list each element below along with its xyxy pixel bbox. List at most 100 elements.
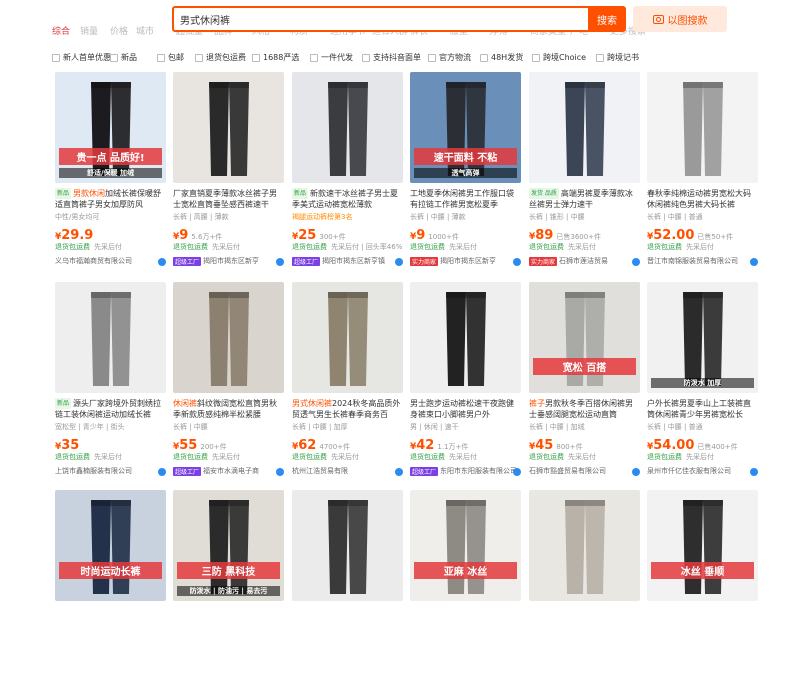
checkbox-icon[interactable] — [110, 53, 118, 62]
shop-name[interactable]: 义乌市福瀚商贸有限公司 — [55, 256, 166, 266]
filter-checkbox[interactable]: 新人首单优惠 — [52, 52, 111, 63]
wangwang-chat-icon[interactable] — [158, 468, 166, 476]
product-image[interactable] — [292, 490, 403, 601]
filter-checkbox[interactable]: 新品 — [110, 52, 137, 63]
search-input[interactable] — [174, 8, 588, 30]
filter-checkbox[interactable]: 48H发货 — [480, 52, 523, 63]
search-box[interactable] — [172, 6, 590, 32]
sort-nav-item[interactable]: 城市 — [136, 24, 154, 37]
checkbox-icon[interactable] — [362, 53, 370, 62]
wangwang-chat-icon[interactable] — [276, 468, 284, 476]
product-card[interactable] — [529, 490, 640, 690]
filter-checkbox[interactable]: 官方物流 — [428, 52, 471, 63]
product-image[interactable] — [292, 282, 403, 393]
product-title[interactable]: 发货 品质 高端男裤夏季薄款冰丝裤男士弹力速干 — [529, 188, 640, 210]
filter-checkbox[interactable]: 退货包运费 — [195, 52, 246, 63]
checkbox-icon[interactable] — [252, 53, 260, 62]
product-card[interactable]: 速干面料 不粘 透气高弹 工地夏季休闲裤男工作服口袋有拉链工作裤男宽松夏季 长裤 | … — [410, 72, 521, 272]
image-search-button[interactable]: 以图搜款 — [633, 6, 727, 32]
shop-name[interactable]: 杭州江浩贸易有限 — [292, 466, 403, 476]
product-image[interactable]: 宽松 百搭 — [529, 282, 640, 393]
shop-name[interactable]: 上饶市鑫楠服装有限公司 — [55, 466, 166, 476]
product-card[interactable]: 三防 黑科技 防泼水 | 防油污 | 易去污 — [173, 490, 284, 690]
product-image[interactable] — [410, 282, 521, 393]
product-image[interactable]: 亚麻 冰丝 — [410, 490, 521, 601]
sort-nav-item[interactable]: 价格 — [110, 24, 128, 37]
wangwang-chat-icon[interactable] — [395, 258, 403, 266]
wangwang-chat-icon[interactable] — [750, 468, 758, 476]
product-title[interactable]: 新品 源头厂家跨境外贸刺绣拉链工装休闲裤运动加绒长裤 — [55, 398, 166, 420]
sort-nav-item[interactable]: 销量 — [80, 24, 98, 37]
checkbox-icon[interactable] — [480, 53, 488, 62]
filter-checkbox[interactable]: 跨境记书 — [596, 52, 639, 63]
product-card[interactable]: 防泼水 加厚 户外长裤男夏季山上工装裤直筒休闲裤青少年男裤宽松长 长裤 | 中腰 |… — [647, 282, 758, 482]
shop-name[interactable]: 超级工厂 揭阳市揭东区新亨 — [173, 256, 284, 266]
product-card[interactable]: 春秋季纯棉运动裤男宽松大码休闲裤纯色男裤大码长裤 长裤 | 中腰 | 普通 ¥52.… — [647, 72, 758, 272]
product-image[interactable] — [55, 282, 166, 393]
product-image[interactable]: 防泼水 加厚 — [647, 282, 758, 393]
wangwang-chat-icon[interactable] — [632, 258, 640, 266]
product-image[interactable] — [173, 282, 284, 393]
filter-checkbox[interactable]: 跨境Choice — [532, 52, 586, 63]
product-title[interactable]: 男士跑步运动裤松速干夜跑健身裤束口小脚裤男户外 — [410, 398, 521, 420]
wangwang-chat-icon[interactable] — [513, 258, 521, 266]
product-card[interactable]: 贵一点 品质好! 舒适/保暖 加绒新品 男款休闲加绒长裤保暖舒适直筒裤子男女加厚防风… — [55, 72, 166, 272]
product-title[interactable]: 春秋季纯棉运动裤男宽松大码休闲裤纯色男裤大码长裤 — [647, 188, 758, 210]
wangwang-chat-icon[interactable] — [632, 468, 640, 476]
filter-checkbox[interactable]: 包邮 — [157, 52, 184, 63]
product-card[interactable]: 男式休闲裤2024秋冬高品质外贸透气男生长裤春季商务百 长裤 | 中腰 | 加厚 ¥… — [292, 282, 403, 482]
shop-name[interactable]: 实力商家 石狮市莲洁贸易 — [529, 256, 640, 266]
product-title[interactable]: 男式休闲裤2024秋冬高品质外贸透气男生长裤春季商务百 — [292, 398, 403, 420]
product-title[interactable]: 裤子男款秋冬季百搭休闲裤男士垂感阔腿宽松运动直筒 — [529, 398, 640, 420]
shop-name[interactable]: 泉州市仟亿佳衣服有限公司 — [647, 466, 758, 476]
product-image[interactable] — [647, 72, 758, 183]
wangwang-chat-icon[interactable] — [158, 258, 166, 266]
product-title[interactable]: 新品 新款速干冰丝裤子男士夏季美式运动裤宽松薄款 — [292, 188, 403, 210]
checkbox-icon[interactable] — [195, 53, 203, 62]
product-card[interactable]: 新品 新款速干冰丝裤子男士夏季美式运动裤宽松薄款 褐腿运动裤榜第3名 ¥25 300+件… — [292, 72, 403, 272]
filter-checkbox[interactable]: 1688严选 — [252, 52, 299, 63]
product-card[interactable]: 时尚运动长裤 — [55, 490, 166, 690]
product-image[interactable] — [529, 490, 640, 601]
search-button[interactable]: 搜索 — [588, 6, 626, 32]
wangwang-chat-icon[interactable] — [750, 258, 758, 266]
product-card[interactable]: 休闲裤斜纹微阔宽松直筒男秋季新款质感纯棉半松紧腰 长裤 | 中腰 ¥55 200+件退… — [173, 282, 284, 482]
wangwang-chat-icon[interactable] — [276, 258, 284, 266]
product-image[interactable]: 三防 黑科技 防泼水 | 防油污 | 易去污 — [173, 490, 284, 601]
product-card[interactable]: 冰丝 垂顺 — [647, 490, 758, 690]
product-image[interactable]: 贵一点 品质好! 舒适/保暖 加绒 — [55, 72, 166, 183]
checkbox-icon[interactable] — [428, 53, 436, 62]
sort-nav-item[interactable]: 综合 — [52, 24, 70, 37]
product-card[interactable] — [292, 490, 403, 690]
product-title[interactable]: 户外长裤男夏季山上工装裤直筒休闲裤青少年男裤宽松长 — [647, 398, 758, 420]
product-card[interactable]: 新品 源头厂家跨境外贸刺绣拉链工装休闲裤运动加绒长裤 宽松型 | 青少年 | 街头 ¥… — [55, 282, 166, 482]
filter-checkbox[interactable]: 一件代发 — [310, 52, 353, 63]
checkbox-icon[interactable] — [157, 53, 165, 62]
product-card[interactable]: 男士跑步运动裤松速干夜跑健身裤束口小脚裤男户外男 | 休闲 | 速干 ¥42 1.1… — [410, 282, 521, 482]
wangwang-chat-icon[interactable] — [513, 468, 521, 476]
product-title[interactable]: 休闲裤斜纹微阔宽松直筒男秋季新款质感纯棉半松紧腰 — [173, 398, 284, 420]
product-title[interactable]: 工地夏季休闲裤男工作服口袋有拉链工作裤男宽松夏季 — [410, 188, 521, 210]
product-card[interactable]: 厂家直销夏季薄款冰丝裤子男士宽松直筒垂坠感西裤速干 长裤 | 高腰 | 薄款 ¥9 5… — [173, 72, 284, 272]
shop-name[interactable]: 超级工厂 东阳市东阳服装有限公司 — [410, 466, 521, 476]
shop-name[interactable]: 超级工厂 揭阳市揭东区新亨镇 — [292, 256, 403, 266]
checkbox-icon[interactable] — [532, 53, 540, 62]
wangwang-chat-icon[interactable] — [395, 468, 403, 476]
checkbox-icon[interactable] — [310, 53, 318, 62]
product-image[interactable]: 速干面料 不粘 透气高弹 — [410, 72, 521, 183]
product-image[interactable] — [529, 72, 640, 183]
shop-name[interactable]: 晋江市南锦服装贸易有限公司 — [647, 256, 758, 266]
product-image[interactable] — [292, 72, 403, 183]
product-image[interactable]: 时尚运动长裤 — [55, 490, 166, 601]
checkbox-icon[interactable] — [596, 53, 604, 62]
product-card[interactable]: 亚麻 冰丝 — [410, 490, 521, 690]
product-title[interactable]: 新品 男款休闲加绒长裤保暖舒适直筒裤子男女加厚防风 — [55, 188, 166, 210]
product-image[interactable] — [173, 72, 284, 183]
shop-name[interactable]: 石狮市豁盛贸易有限公司 — [529, 466, 640, 476]
product-image[interactable]: 冰丝 垂顺 — [647, 490, 758, 601]
checkbox-icon[interactable] — [52, 53, 60, 62]
product-title[interactable]: 厂家直销夏季薄款冰丝裤子男士宽松直筒垂坠感西裤速干 — [173, 188, 284, 210]
product-card[interactable]: 宽松 百搭 裤子男款秋冬季百搭休闲裤男士垂感阔腿宽松运动直筒 长裤 | 中腰 | 加… — [529, 282, 640, 482]
filter-checkbox[interactable]: 支持抖音面单 — [362, 52, 421, 63]
shop-name[interactable]: 超级工厂 福安市水滴电子商 — [173, 466, 284, 476]
